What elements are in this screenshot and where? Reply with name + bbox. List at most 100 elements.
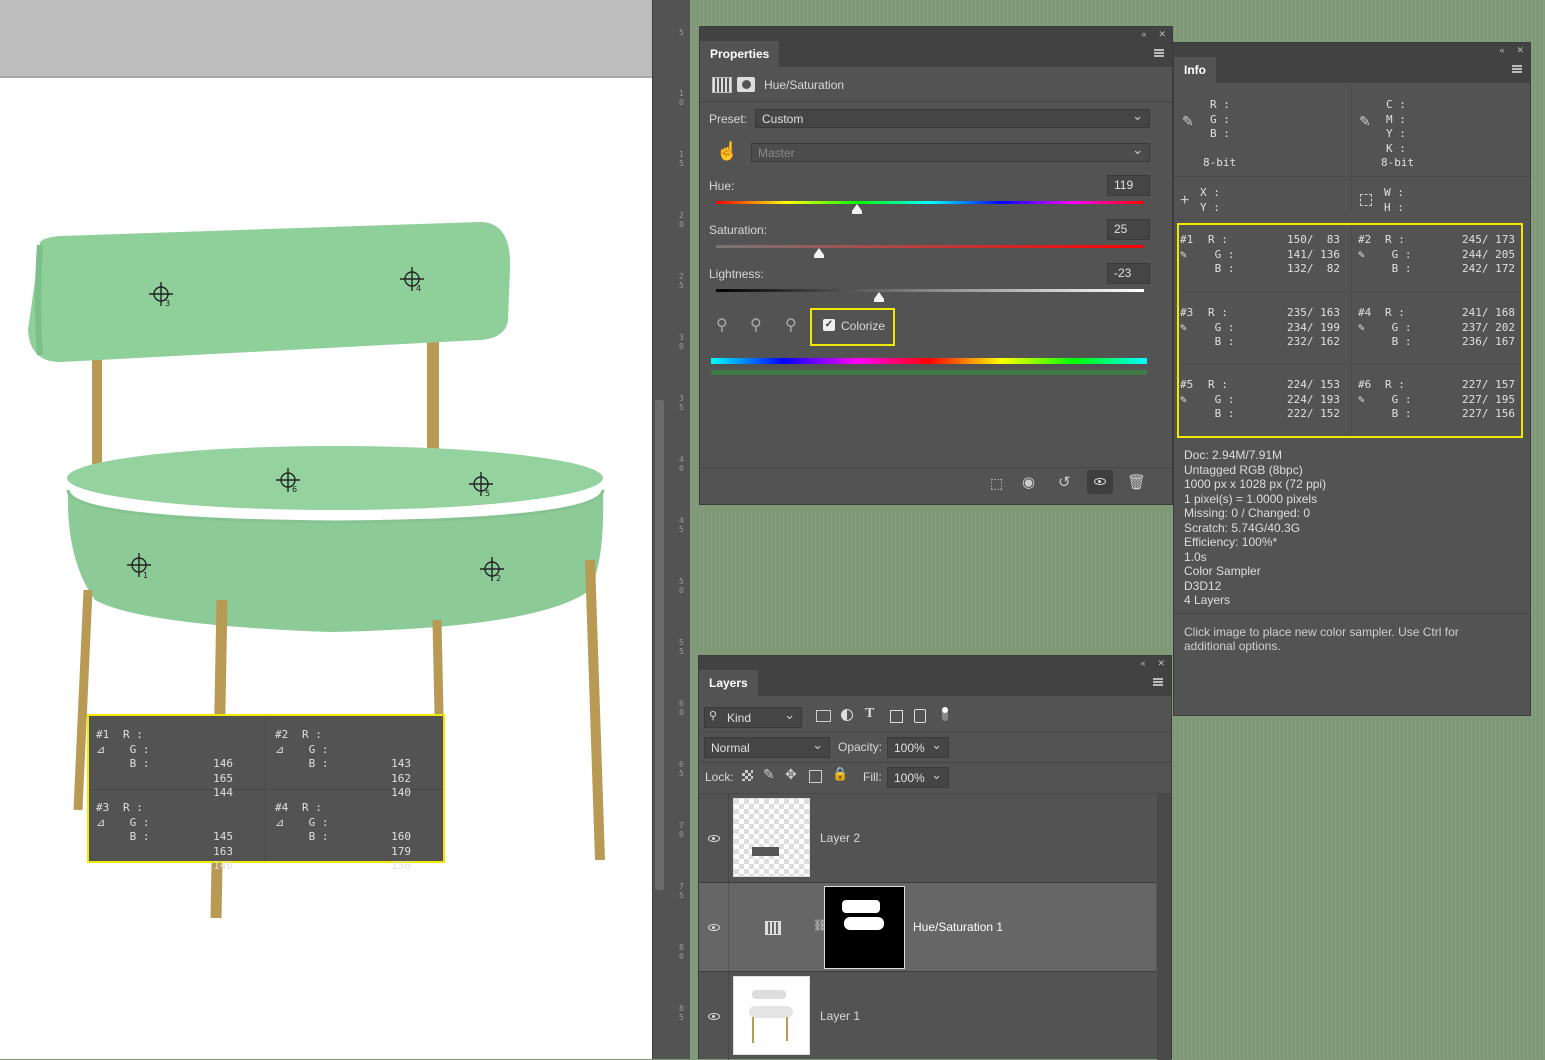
- readout-g: 141/ 136: [1287, 247, 1340, 261]
- tab-properties[interactable]: Properties: [700, 41, 780, 67]
- layer-visibility-eye-icon[interactable]: [708, 1013, 720, 1020]
- tab-info[interactable]: Info: [1174, 57, 1216, 83]
- layer-filter-dropdown[interactable]: Kind: [704, 705, 802, 728]
- filter-adjustment-icon[interactable]: [841, 709, 853, 721]
- filter-smart-object-icon[interactable]: [914, 709, 926, 723]
- lock-image-icon[interactable]: ✎: [763, 766, 775, 783]
- lightness-slider-track[interactable]: [716, 289, 1144, 292]
- layer-mask-thumbnail[interactable]: [824, 886, 905, 969]
- eyedropper-plus-icon[interactable]: ⚲: [750, 315, 762, 335]
- sampler-values: 241/ 168 237/ 202 236/ 167: [1445, 306, 1515, 350]
- lock-position-icon[interactable]: ✥: [785, 766, 797, 783]
- readout-r: 146: [213, 757, 233, 770]
- readout-b: 222/ 152: [1287, 407, 1340, 420]
- ruler-tick-label: 3 5: [679, 394, 684, 412]
- layer-row-layer-2[interactable]: Layer 2: [699, 794, 1156, 883]
- blend-mode-dropdown[interactable]: Normal: [704, 735, 830, 758]
- panel-menu-icon[interactable]: [1512, 65, 1522, 73]
- layer-visibility-eye-icon[interactable]: [708, 835, 720, 842]
- layer-name[interactable]: Hue/Saturation 1: [913, 920, 1003, 934]
- preset-label: Preset:: [709, 112, 748, 126]
- eyedropper-minus-icon[interactable]: ⚲: [785, 315, 797, 335]
- sampler-id: #3: [96, 801, 110, 814]
- panel-menu-icon[interactable]: [1154, 49, 1164, 57]
- info-panel: «✕ Info ✎ R :G :B : 8-bit ✎ C :M :Y :K :…: [1173, 42, 1531, 716]
- filter-shape-icon[interactable]: [890, 710, 903, 723]
- chair-image: 1 2 3 4 5 6: [28, 222, 605, 919]
- hue-slider-track[interactable]: [716, 201, 1144, 204]
- toggle-visibility-button[interactable]: [1087, 470, 1113, 494]
- readout-g: 163: [213, 844, 233, 858]
- close-icon[interactable]: ✕: [1158, 29, 1166, 40]
- mask-icon[interactable]: [737, 77, 755, 92]
- fill-input[interactable]: 100%: [887, 765, 949, 788]
- readout-r: 145: [213, 830, 233, 843]
- filter-type-icon[interactable]: T: [865, 706, 874, 722]
- panel-titlebar[interactable]: «✕: [1174, 43, 1530, 57]
- channel-dropdown[interactable]: Master: [751, 141, 1150, 162]
- tab-layers[interactable]: Layers: [699, 670, 758, 696]
- reset-icon[interactable]: ↺: [1058, 473, 1071, 491]
- vertical-ruler: 5 1 0 1 5 2 0 2 5 3 0 3 5 4 0 4 5 5 0 5 5 6 0 6 5 7 0…: [652, 0, 691, 1059]
- layer-name[interactable]: Layer 2: [820, 831, 860, 845]
- opacity-input[interactable]: 100%: [887, 735, 949, 758]
- layers-scrollbar[interactable]: [1157, 794, 1171, 1060]
- readout-g: 244/ 205: [1462, 247, 1515, 261]
- info-sampler-2: #2 ✎: [1358, 233, 1371, 262]
- readout-r: 150/ 83: [1287, 233, 1340, 246]
- collapse-icon[interactable]: «: [1141, 29, 1146, 39]
- targeted-adjustment-hand-icon[interactable]: ☝: [716, 141, 738, 162]
- eyedropper-icon: ✎: [1180, 392, 1187, 406]
- collapse-icon[interactable]: «: [1140, 658, 1145, 668]
- layer-visibility-eye-icon[interactable]: [708, 924, 720, 931]
- readout-g: 224/ 193: [1287, 392, 1340, 406]
- saturation-value-input[interactable]: 25: [1107, 219, 1150, 240]
- hue-value-input[interactable]: 119: [1107, 175, 1150, 196]
- lock-all-icon[interactable]: 🔒: [832, 766, 848, 782]
- canvas-scrollbar[interactable]: [655, 400, 664, 890]
- close-icon[interactable]: ✕: [1516, 45, 1524, 56]
- readout-b: 132/ 82: [1287, 262, 1340, 275]
- layer-row-layer-1[interactable]: Layer 1: [699, 972, 1156, 1060]
- lock-transparent-icon[interactable]: [742, 770, 753, 781]
- view-previous-state-icon[interactable]: ◉: [1022, 473, 1035, 491]
- lightness-slider-thumb[interactable]: [873, 292, 884, 302]
- sampler-id: #2: [1358, 233, 1372, 246]
- filter-toggle-icon[interactable]: [942, 707, 948, 721]
- panel-titlebar[interactable]: «✕: [699, 656, 1171, 670]
- canvas-sampler-readout: #1 ⊿ R : G : B : 146 165 144 #2 ⊿ R : G : …: [87, 714, 445, 872]
- layers-panel: «✕ Layers Kind ⚲ T Normal Opacity: 100% …: [698, 655, 1172, 1060]
- eyedropper-icon: ✎: [1180, 320, 1187, 334]
- document-canvas[interactable]: 1 2 3 4 5 6: [0, 78, 652, 1059]
- trash-icon[interactable]: 🗑: [1127, 473, 1146, 491]
- lock-artboard-icon[interactable]: [809, 770, 822, 783]
- sampler-id: #1: [96, 728, 110, 741]
- close-icon[interactable]: ✕: [1157, 658, 1165, 669]
- eyedropper-icon[interactable]: ⚲: [716, 315, 728, 335]
- panel-titlebar[interactable]: «✕: [700, 27, 1172, 41]
- eyedropper-icon: ⊿: [275, 815, 285, 829]
- readout-r: 160: [391, 830, 411, 843]
- sampler-values: 224/ 153 224/ 193 222/ 152: [1270, 378, 1340, 422]
- colorize-checkbox[interactable]: ✓: [823, 319, 835, 331]
- sampler-id: #5: [1180, 378, 1194, 391]
- saturation-slider-track[interactable]: [716, 245, 1144, 248]
- readout-b: 236/ 167: [1462, 335, 1515, 348]
- lightness-value-input[interactable]: -23: [1107, 263, 1150, 284]
- filter-pixel-icon[interactable]: [816, 710, 831, 722]
- clip-to-layer-icon[interactable]: ⬚: [990, 475, 1003, 492]
- eyedropper-icon: ⊿: [275, 742, 285, 756]
- saturation-slider-thumb[interactable]: [813, 248, 824, 258]
- layer-row-hue-saturation-1[interactable]: ⛓ Hue/Saturation 1: [699, 883, 1156, 972]
- panel-menu-icon[interactable]: [1153, 678, 1163, 686]
- sampler-channel-labels: R : G : B :: [1385, 233, 1412, 275]
- preset-dropdown[interactable]: Custom: [755, 107, 1150, 128]
- eyedropper-icon: ✎: [1358, 247, 1365, 261]
- selection-size-icon: [1360, 194, 1372, 206]
- adjustment-layer-icon[interactable]: [712, 77, 732, 93]
- ruler-tick-label: 8 0: [679, 943, 684, 961]
- ruler-tick-label: 2 0: [679, 211, 684, 229]
- collapse-icon[interactable]: «: [1499, 45, 1504, 55]
- hue-slider-thumb[interactable]: [852, 204, 863, 214]
- layer-name[interactable]: Layer 1: [820, 1009, 860, 1023]
